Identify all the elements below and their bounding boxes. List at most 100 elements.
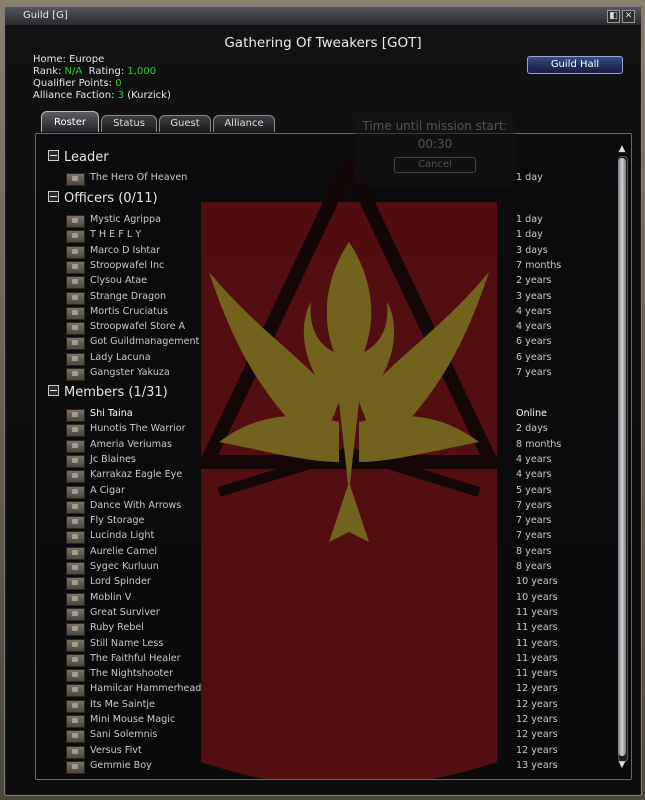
member-name: Marco D Ishtar: [90, 244, 161, 256]
profession-icon: [66, 623, 85, 637]
roster-row[interactable]: Lucinda Light 7 years: [66, 529, 606, 545]
member-name: A Cigar: [90, 484, 125, 496]
profession-icon: [66, 352, 85, 366]
member-name: Ameria Veriumas: [90, 438, 172, 450]
scroll-thumb[interactable]: [618, 158, 626, 756]
profession-icon: [66, 322, 85, 336]
roster-row[interactable]: Stroopwafel Store A 4 years: [66, 320, 606, 336]
roster-row[interactable]: Sygec Kurluun 8 years: [66, 560, 606, 575]
roster-row[interactable]: Clysou Atae 2 years: [66, 274, 606, 290]
close-icon[interactable]: ✕: [622, 10, 635, 23]
roster-row[interactable]: Aurelie Camel 8 years: [66, 545, 606, 560]
member-last-online: 6 years: [516, 336, 552, 348]
roster-row[interactable]: Marco D Ishtar 3 days: [66, 244, 606, 259]
roster-row[interactable]: The Hero Of Heaven 1 day: [66, 171, 606, 186]
window-titlebar[interactable]: Guild [G] ◧ ✕: [5, 7, 641, 26]
roster-row[interactable]: Stroopwafel Inc 7 months: [66, 259, 606, 274]
roster-row[interactable]: Sani Solemnis 12 years: [66, 728, 606, 744]
qualifier-label: Qualifier Points:: [33, 78, 113, 89]
roster-row[interactable]: Mortis Cruciatus 4 years: [66, 305, 606, 320]
members-section-header[interactable]: Members (1/31): [48, 385, 168, 400]
roster-row[interactable]: T H E F L Y 1 day: [66, 228, 606, 244]
roster-row[interactable]: Moblin V 10 years: [66, 591, 606, 606]
minimize-icon[interactable]: ◧: [607, 10, 620, 23]
rating-value: 1,000: [127, 66, 157, 77]
roster-row[interactable]: Still Name Less 11 years: [66, 637, 606, 652]
tab-alliance[interactable]: Alliance: [213, 115, 275, 132]
roster-row[interactable]: Lady Lacuna 6 years: [66, 351, 606, 366]
roster-row[interactable]: Karrakaz Eagle Eye 4 years: [66, 468, 606, 484]
member-name: Hamilcar Hammerhead: [90, 683, 202, 695]
member-name: Still Name Less: [90, 637, 164, 649]
profession-icon: [66, 760, 85, 774]
guild-info: Home: Europe Rank: N/A Rating: 1,000 Qua…: [33, 54, 171, 102]
member-last-online: 11 years: [516, 652, 558, 664]
profession-icon: [66, 562, 85, 575]
collapse-icon[interactable]: [48, 191, 59, 202]
member-name: Mini Mouse Magic: [90, 714, 176, 725]
roster-row[interactable]: Mystic Agrippa 1 day: [66, 213, 606, 228]
member-name: The Faithful Healer: [90, 652, 181, 664]
collapse-icon[interactable]: [48, 150, 59, 161]
profession-icon: [66, 276, 85, 290]
roster-row[interactable]: Its Me Saintje 12 years: [66, 698, 606, 713]
roster-row[interactable]: Hamilcar Hammerhead 12 years: [66, 682, 606, 698]
profession-icon: [66, 516, 85, 530]
member-name: Sygec Kurluun: [90, 561, 159, 572]
roster-row[interactable]: Jc Blaines 4 years: [66, 453, 606, 468]
roster-row[interactable]: Ameria Veriumas 8 months: [66, 438, 606, 453]
collapse-icon[interactable]: [48, 385, 59, 396]
profession-icon: [66, 409, 85, 422]
rating-label: Rating:: [88, 66, 125, 77]
scroll-down-icon[interactable]: ▼: [616, 760, 628, 770]
roster-row[interactable]: The Faithful Healer 11 years: [66, 652, 606, 667]
member-name: Great Surviver: [90, 606, 160, 618]
profession-icon: [66, 715, 85, 728]
roster-row[interactable]: Gemmie Boy 13 years: [66, 759, 606, 774]
roster-row[interactable]: Gangster Yakuza 7 years: [66, 366, 606, 381]
cancel-button[interactable]: Cancel: [394, 157, 476, 173]
member-last-online: 4 years: [516, 305, 552, 317]
member-last-online: 2 days: [516, 423, 548, 435]
roster-row[interactable]: Hunotis The Warrior 2 days: [66, 422, 606, 438]
member-last-online: 11 years: [516, 637, 558, 649]
roster-row[interactable]: Great Surviver 11 years: [66, 606, 606, 621]
member-last-online: 10 years: [516, 591, 558, 603]
member-last-online: 7 years: [516, 499, 552, 511]
rank-value: N/A: [64, 66, 83, 77]
officers-section-header[interactable]: Officers (0/11): [48, 191, 158, 206]
member-name: Mortis Cruciatus: [90, 305, 168, 317]
member-last-online: 12 years: [516, 683, 558, 695]
profession-icon: [66, 577, 85, 591]
tab-guest[interactable]: Guest: [159, 115, 211, 132]
profession-icon: [66, 638, 85, 652]
guild-hall-button[interactable]: Guild Hall: [527, 56, 623, 74]
leader-section-header[interactable]: Leader: [48, 150, 109, 165]
profession-icon: [66, 337, 85, 351]
member-last-online: 11 years: [516, 668, 558, 680]
tab-roster[interactable]: Roster: [41, 111, 99, 132]
member-last-online: 11 years: [516, 622, 558, 634]
roster-row[interactable]: A Cigar 5 years: [66, 484, 606, 499]
roster-row[interactable]: Shi Taina Online: [66, 407, 606, 422]
roster-row[interactable]: Dance With Arrows 7 years: [66, 499, 606, 514]
member-last-online: 10 years: [516, 576, 558, 588]
member-last-online: 11 years: [516, 606, 558, 618]
roster-row[interactable]: Strange Dragon 3 years: [66, 290, 606, 305]
roster-row[interactable]: Fly Storage 7 years: [66, 514, 606, 530]
roster-row[interactable]: Lord Spinder 10 years: [66, 575, 606, 591]
scroll-up-icon[interactable]: ▲: [616, 144, 628, 154]
roster-scrollbar[interactable]: ▲ ▼: [615, 144, 629, 772]
member-name: Sani Solemnis: [90, 729, 158, 741]
roster-row[interactable]: The Nightshooter 11 years: [66, 667, 606, 683]
roster-row[interactable]: Ruby Rebel 11 years: [66, 621, 606, 637]
member-last-online: 12 years: [516, 744, 558, 756]
profession-icon: [66, 500, 85, 514]
roster-row[interactable]: Versus Fivt 12 years: [66, 744, 606, 759]
roster-row[interactable]: Mini Mouse Magic 12 years: [66, 713, 606, 728]
roster-row[interactable]: Got Guildmanagement 6 years: [66, 335, 606, 351]
member-name: T H E F L Y: [90, 229, 142, 241]
member-name: Stroopwafel Store A: [90, 321, 186, 333]
tab-status[interactable]: Status: [101, 115, 157, 132]
member-last-online: 8 months: [516, 438, 562, 450]
